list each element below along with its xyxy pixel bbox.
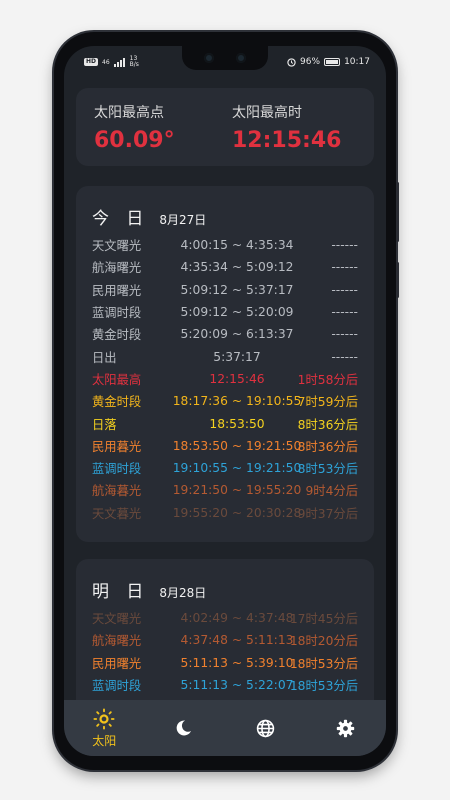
schedule-row: 蓝调时段 5:11:13 ~ 5:22:07 18时53分后 [92, 674, 358, 696]
tomorrow-date: 8月28日 [159, 586, 207, 600]
schedule-row-relative: 1时58分后 [297, 372, 358, 387]
schedule-row: 航海曙光 4:35:34 ~ 5:09:12 ------ [92, 256, 358, 278]
schedule-row-label: 黄金时段 [92, 395, 142, 410]
schedule-row-time: 4:00:15 ~ 4:35:34 [180, 238, 294, 253]
schedule-row-label: 航海曙光 [92, 634, 142, 649]
schedule-row-label: 黄金时段 [92, 328, 142, 343]
schedule-row-time: 19:55:20 ~ 20:30:28 [172, 505, 302, 520]
clock: 10:17 [344, 57, 370, 67]
schedule-row: 天文曙光 4:00:15 ~ 4:35:34 ------ [92, 234, 358, 256]
bottom-navigation: 太阳 [64, 700, 386, 756]
schedule-row-time: 19:21:50 ~ 19:55:20 [172, 483, 302, 498]
schedule-row-label: 天文曙光 [92, 239, 142, 254]
schedule-row-relative: 8时36分后 [297, 417, 358, 432]
schedule-row-time: 18:17:36 ~ 19:10:55 [172, 394, 302, 409]
schedule-row-label: 日出 [92, 350, 117, 365]
today-card: 今 日 8月27日 天文曙光 4:00:15 ~ 4:35:34 ------ 航海曙… [76, 186, 374, 542]
hd-badge-icon: HD [84, 58, 99, 66]
schedule-row-time: 5:09:12 ~ 5:20:09 [180, 305, 294, 320]
schedule-row: 民用曙光 5:11:13 ~ 5:39:10 18时53分后 [92, 652, 358, 674]
nav-tab-sun[interactable]: 太阳 [74, 707, 134, 749]
power-button [396, 262, 399, 298]
nav-tab-settings[interactable] [316, 719, 376, 738]
schedule-row-label: 蓝调时段 [92, 462, 142, 477]
schedule-row-label: 民用暮光 [92, 439, 142, 454]
nav-tab-moon[interactable] [155, 719, 215, 737]
schedule-row-label: 蓝调时段 [92, 306, 142, 321]
alarm-icon [287, 57, 296, 67]
schedule-row: 日落 18:53:50 8时36分后 [92, 412, 358, 434]
schedule-row: 太阳最高 12:15:46 1时58分后 [92, 368, 358, 390]
max-elevation-value: 60.09° [94, 128, 175, 153]
schedule-row-relative: ------ [331, 327, 358, 342]
schedule-row: 民用暮光 18:53:50 ~ 19:21:50 8时36分后 [92, 435, 358, 457]
today-date: 8月27日 [159, 213, 207, 227]
status-bar: HD 46 13 B/s 96% 10:17 [84, 54, 370, 70]
battery-icon [324, 58, 341, 66]
schedule-row-time: 19:10:55 ~ 19:21:50 [172, 461, 302, 476]
today-title: 今 日 [92, 209, 150, 229]
schedule-row: 航海暮光 19:21:50 ~ 19:55:20 9时4分后 [92, 479, 358, 501]
screen: HD 46 13 B/s 96% 10:17 太阳最高点 60.09° 太阳最高… [64, 46, 386, 756]
schedule-row-label: 太阳最高 [92, 372, 142, 387]
schedule-row-time: 5:37:17 [213, 349, 261, 364]
schedule-row-label: 航海暮光 [92, 484, 142, 499]
schedule-row: 天文暮光 19:55:20 ~ 20:30:28 9时37分后 [92, 502, 358, 524]
schedule-row-relative: ------ [331, 305, 358, 320]
schedule-row: 民用曙光 5:09:12 ~ 5:37:17 ------ [92, 279, 358, 301]
schedule-row-time: 12:15:46 [209, 371, 265, 386]
schedule-row-label: 航海曙光 [92, 261, 142, 276]
sun-summary-card: 太阳最高点 60.09° 太阳最高时 12:15:46 [76, 88, 374, 166]
signal-icon [113, 57, 125, 67]
schedule-row: 黄金时段 18:17:36 ~ 19:10:55 7时59分后 [92, 390, 358, 412]
schedule-row-relative: 17时45分后 [289, 612, 358, 627]
max-elevation-label: 太阳最高点 [94, 105, 164, 121]
schedule-row-time: 18:53:50 [209, 416, 265, 431]
schedule-row-label: 天文曙光 [92, 612, 142, 627]
nav-tab-sun-label: 太阳 [92, 733, 117, 748]
schedule-row: 黄金时段 5:20:09 ~ 6:13:37 ------ [92, 323, 358, 345]
tomorrow-title: 明 日 [92, 582, 150, 602]
max-time-label: 太阳最高时 [232, 105, 302, 121]
globe-icon [256, 719, 274, 737]
network-indicator: 46 [102, 58, 110, 66]
schedule-row: 蓝调时段 5:09:12 ~ 5:20:09 ------ [92, 301, 358, 323]
phone-frame: HD 46 13 B/s 96% 10:17 太阳最高点 60.09° 太阳最高… [54, 32, 399, 770]
schedule-row-label: 日落 [92, 417, 117, 432]
schedule-row: 航海曙光 4:37:48 ~ 5:11:13 18时20分后 [92, 629, 358, 651]
schedule-row: 天文曙光 4:02:49 ~ 4:37:48 17时45分后 [92, 607, 358, 629]
schedule-row-relative: ------ [331, 349, 358, 364]
schedule-row: 日出 5:37:17 ------ [92, 345, 358, 367]
today-schedule-list: 天文曙光 4:00:15 ~ 4:35:34 ------ 航海曙光 4:35:34 ~… [92, 234, 358, 524]
schedule-row-relative: 8时36分后 [297, 439, 358, 454]
schedule-row-relative: 18时53分后 [289, 656, 358, 671]
schedule-row-relative: ------ [331, 238, 358, 253]
schedule-row-relative: 9时4分后 [305, 484, 358, 499]
schedule-row-label: 民用曙光 [92, 283, 142, 298]
max-time-value: 12:15:46 [232, 128, 342, 153]
moon-icon [176, 720, 191, 736]
battery-percent: 96% [300, 57, 321, 67]
schedule-row-time: 18:53:50 ~ 19:21:50 [172, 438, 302, 453]
schedule-row-label: 民用曙光 [92, 656, 142, 671]
gear-icon [337, 719, 355, 737]
schedule-row-label: 天文暮光 [92, 506, 142, 521]
schedule-row-time: 5:09:12 ~ 5:37:17 [180, 282, 294, 297]
volume-button [396, 182, 399, 242]
network-speed: 13 B/s [129, 55, 139, 68]
schedule-row-relative: ------ [331, 282, 358, 297]
nav-tab-globe[interactable] [235, 719, 295, 738]
schedule-row-relative: 7时59分后 [297, 395, 358, 410]
sun-icon [93, 707, 115, 730]
schedule-row-relative: 9时37分后 [297, 506, 358, 521]
schedule-row-label: 蓝调时段 [92, 679, 142, 694]
schedule-row-time: 5:20:09 ~ 6:13:37 [180, 327, 294, 342]
schedule-row-relative: ------ [331, 260, 358, 275]
schedule-row-relative: 18时20分后 [289, 634, 358, 649]
schedule-row-relative: 8时53分后 [297, 462, 358, 477]
tomorrow-schedule-list: 天文曙光 4:02:49 ~ 4:37:48 17时45分后 航海曙光 4:37:48 … [92, 607, 358, 696]
schedule-row-relative: 18时53分后 [289, 679, 358, 694]
schedule-row: 蓝调时段 19:10:55 ~ 19:21:50 8时53分后 [92, 457, 358, 479]
schedule-row-time: 4:35:34 ~ 5:09:12 [180, 260, 294, 275]
